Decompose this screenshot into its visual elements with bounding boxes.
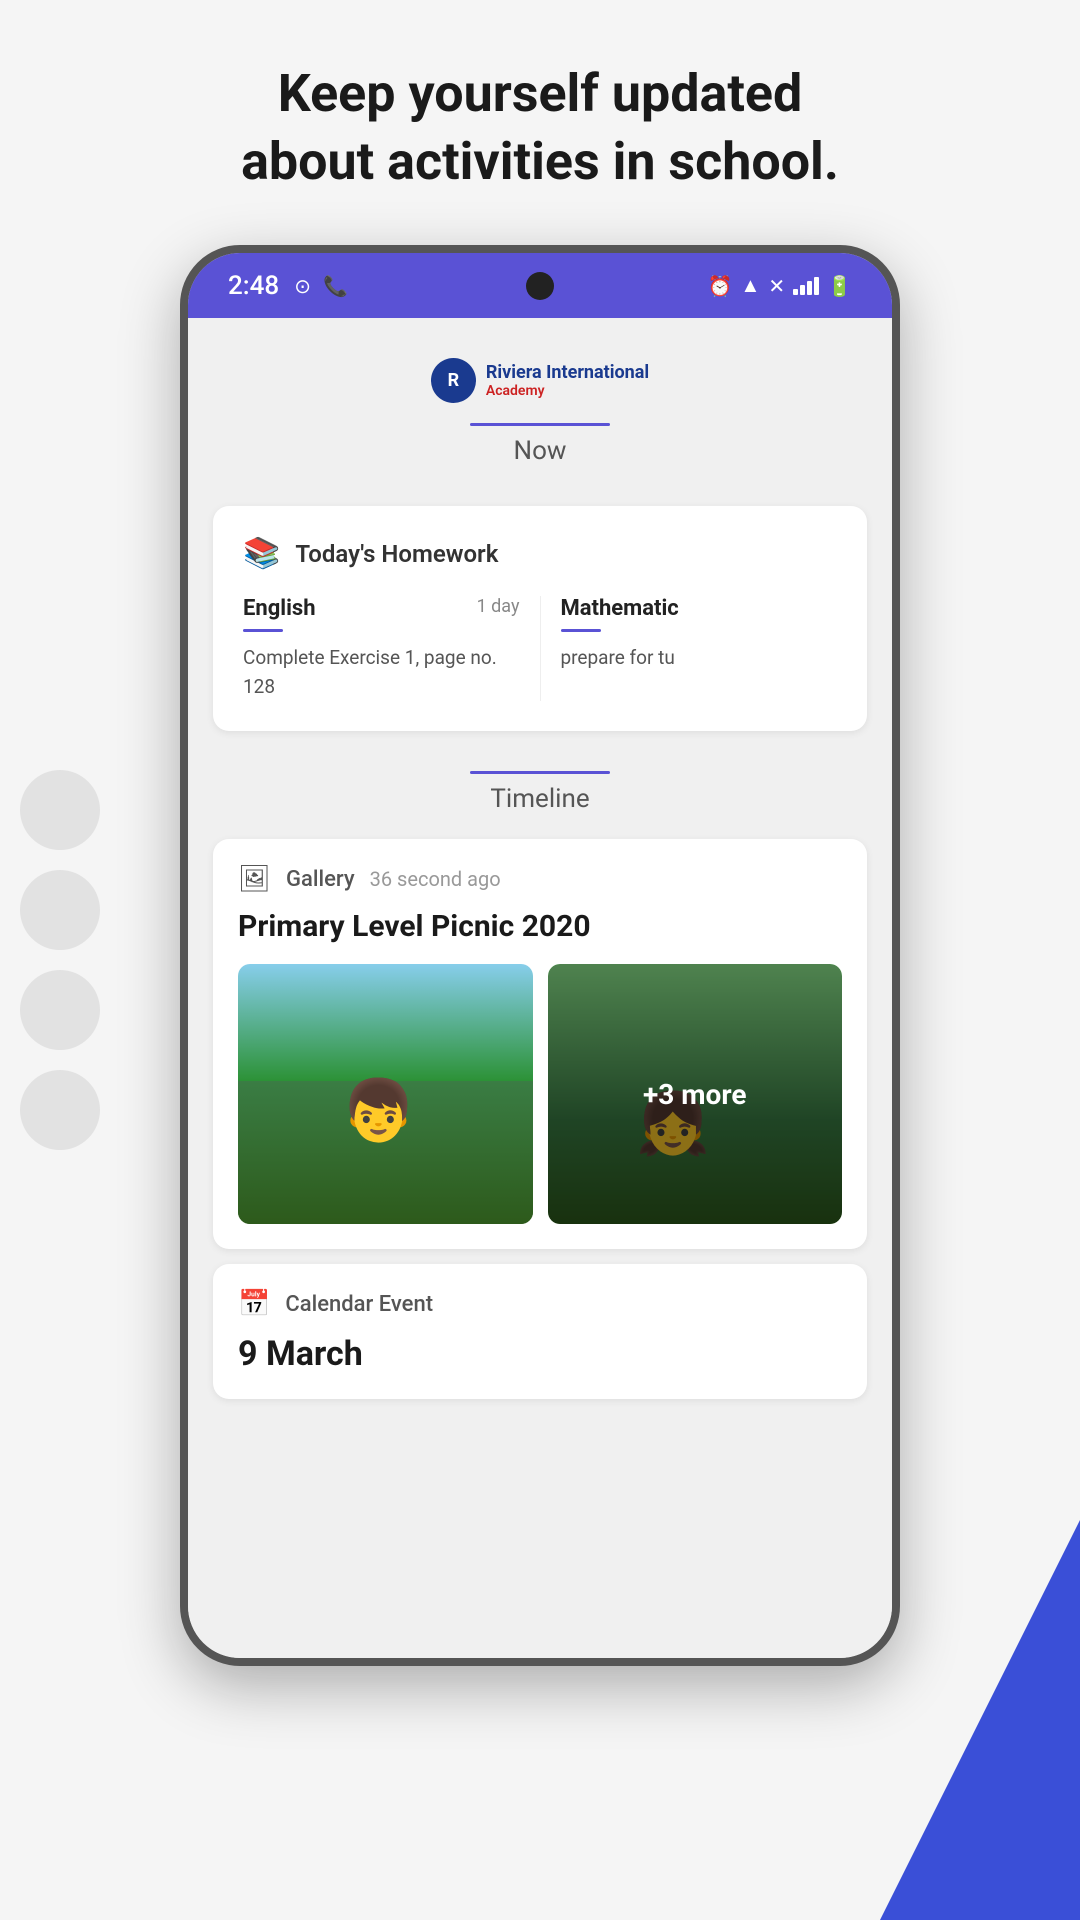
subject-math-underline (561, 629, 601, 632)
gallery-image-2[interactable]: +3 more (548, 964, 843, 1224)
alarm-icon: ⏰ (708, 274, 733, 298)
calendar-header: 📅 Calendar Event (238, 1289, 842, 1319)
subject-english[interactable]: English 1 day Complete Exercise 1, page … (243, 596, 541, 701)
more-count: +3 more (643, 1078, 746, 1111)
now-tab-label[interactable]: Now (514, 436, 567, 466)
gallery-header: 🖼 Gallery 36 second ago (238, 864, 842, 894)
signal-x-icon: ✕ (768, 274, 785, 298)
camera-notch (526, 272, 554, 300)
gallery-title: Primary Level Picnic 2020 (238, 909, 842, 944)
signal-bars (793, 277, 819, 295)
gallery-time: 36 second ago (370, 867, 501, 891)
more-overlay[interactable]: +3 more (548, 964, 843, 1224)
calendar-icon: 📅 (238, 1289, 270, 1319)
maps-icon: ⊙ (294, 274, 311, 298)
app-content: R Riviera International Academy Now 📚 To… (188, 318, 892, 1658)
subject-english-underline (243, 629, 283, 632)
calendar-card[interactable]: 📅 Calendar Event 9 March (213, 1264, 867, 1399)
gallery-card[interactable]: 🖼 Gallery 36 second ago Primary Level Pi… (213, 839, 867, 1249)
subject-english-days: 1 day (477, 596, 520, 617)
wifi-icon: ▲ (741, 273, 761, 298)
now-tab-underline (470, 423, 610, 426)
status-time: 2:48 (228, 271, 279, 301)
homework-card: 📚 Today's Homework English 1 day Complet… (213, 506, 867, 731)
timeline-section: Timeline (188, 751, 892, 824)
logo-section: R Riviera International Academy Now (188, 318, 892, 486)
phone-mockup: 2:48 ⊙ 📞 ⏰ ▲ ✕ 🔋 (180, 245, 900, 1666)
subject-english-desc: Complete Exercise 1, page no. 128 (243, 644, 520, 701)
logo-text: Riviera International Academy (486, 363, 649, 399)
calendar-type: Calendar Event (285, 1292, 433, 1317)
homework-title: Today's Homework (295, 540, 498, 568)
homework-icon: 📚 (243, 536, 280, 571)
subject-math-name: Mathematic (561, 596, 679, 621)
homework-header: 📚 Today's Homework (243, 536, 837, 571)
gallery-image-1[interactable] (238, 964, 533, 1224)
school-name: Riviera International (486, 363, 649, 383)
subject-math-desc: prepare for tu (561, 644, 838, 673)
whatsapp-icon: 📞 (323, 274, 348, 298)
subject-english-name: English (243, 596, 316, 621)
battery-icon: 🔋 (827, 274, 852, 298)
school-subtitle: Academy (486, 383, 649, 399)
calendar-date: 9 March (238, 1334, 842, 1374)
school-logo: R Riviera International Academy (431, 358, 649, 403)
gallery-type: Gallery (286, 867, 355, 892)
gallery-images: +3 more (238, 964, 842, 1224)
timeline-underline (470, 771, 610, 774)
subject-math[interactable]: Mathematic prepare for tu (541, 596, 838, 701)
gallery-icon: 🖼 (238, 864, 271, 894)
logo-icon: R (431, 358, 476, 403)
homework-subjects: English 1 day Complete Exercise 1, page … (243, 596, 837, 701)
status-bar: 2:48 ⊙ 📞 ⏰ ▲ ✕ 🔋 (188, 253, 892, 318)
timeline-label[interactable]: Timeline (490, 784, 589, 814)
page-heading: Keep yourself updated about activities i… (161, 0, 919, 245)
